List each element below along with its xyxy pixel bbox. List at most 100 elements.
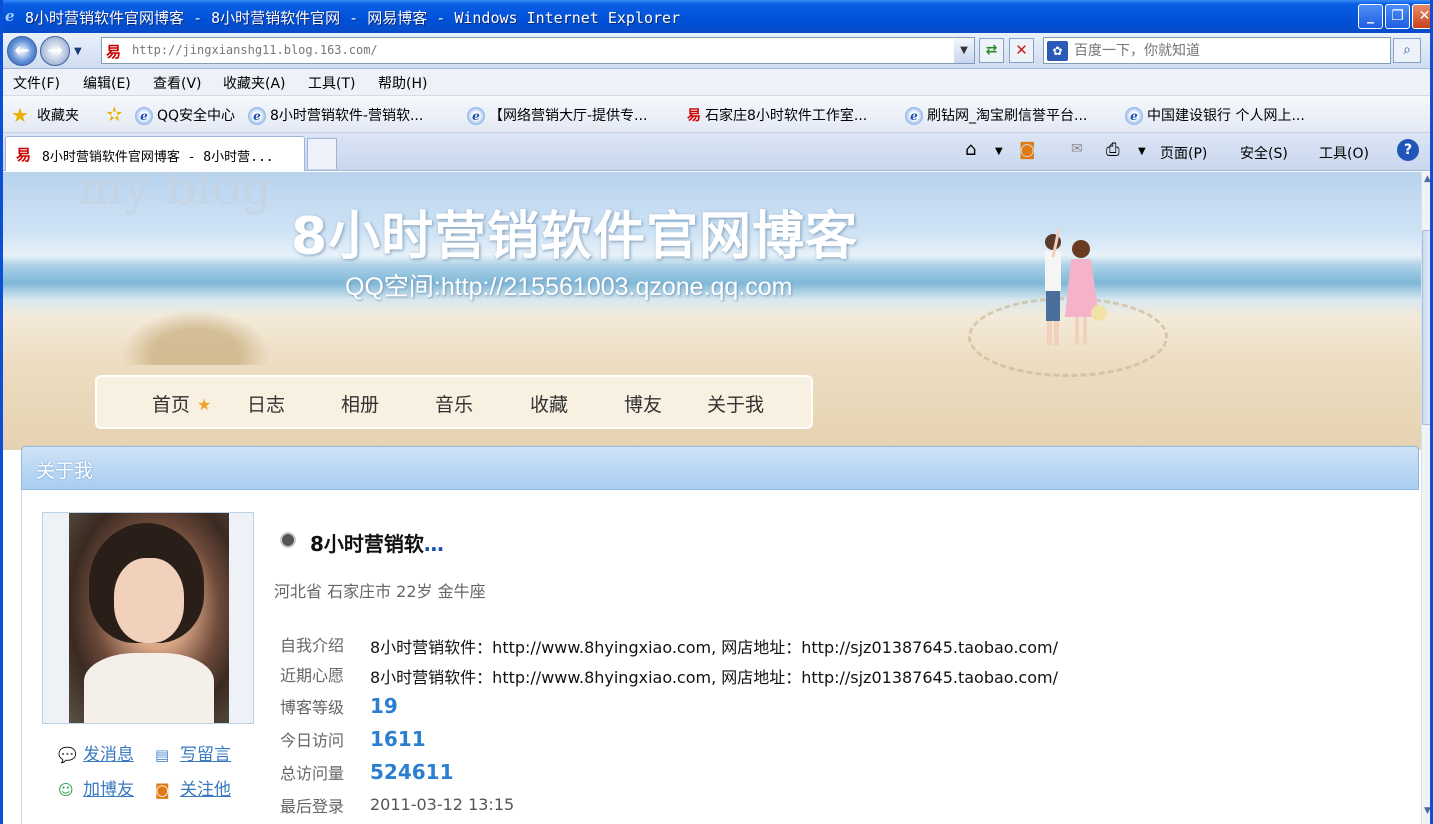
banner-watermark: my blog <box>78 172 272 216</box>
about-panel: 💬 发消息 ▤ 写留言 ☺ 加博友 ◙ 关注他 8小时营销软… 河北省 石家庄市 22岁… <box>21 490 1419 824</box>
close-button[interactable]: ✕ <box>1412 4 1430 29</box>
ie-page-icon: e <box>905 107 923 125</box>
nav-home[interactable]: 首页 <box>152 390 190 417</box>
scroll-thumb[interactable] <box>1422 230 1430 425</box>
new-tab-button[interactable] <box>307 138 337 169</box>
add-user-icon: ☺ <box>58 781 74 799</box>
print-icon[interactable]: ⎙ <box>1106 140 1120 160</box>
field-value-today-visits: 1611 <box>370 727 426 751</box>
follow-icon: ◙ <box>155 781 170 799</box>
minimize-button[interactable]: _ <box>1358 4 1383 29</box>
home-dropdown-icon[interactable]: ▼ <box>995 146 1003 157</box>
ie-page-icon: e <box>1125 107 1143 125</box>
favorites-button[interactable]: 收藏夹 <box>37 105 79 125</box>
field-value-last-login: 2011-03-12 13:15 <box>370 795 515 814</box>
back-button[interactable]: ← <box>7 36 37 66</box>
rss-feed-icon[interactable]: ◙ <box>1019 140 1036 160</box>
page-menu[interactable]: 页面(P) <box>1160 143 1207 163</box>
message-bubble-icon: 💬 <box>58 746 77 764</box>
tab-label: 8小时营销软件官网博客 - 8小时营... <box>42 150 274 165</box>
field-label-wish: 近期心愿 <box>280 666 345 685</box>
star-icon: ★ <box>197 395 212 414</box>
about-header: 关于我 <box>21 446 1419 490</box>
mail-icon[interactable]: ✉ <box>1071 141 1083 157</box>
field-label-intro: 自我介绍 <box>280 636 345 655</box>
profile-name[interactable]: 8小时营销软… <box>310 528 444 557</box>
field-value-total-visits: 524611 <box>370 760 454 784</box>
search-button[interactable]: ⌕ <box>1393 38 1421 63</box>
leave-comment-link[interactable]: ▤ 写留言 <box>155 740 231 765</box>
scroll-up-icon[interactable]: ▲ <box>1422 174 1430 190</box>
favorite-link[interactable]: e QQ安全中心 <box>135 105 235 125</box>
menu-bar: 文件(F) 编辑(E) 查看(V) 收藏夹(A) 工具(T) 帮助(H) <box>3 69 1430 96</box>
url-text[interactable]: http://jingxianshg11.blog.163.com/ <box>132 43 378 57</box>
tab-active[interactable]: 易 8小时营销软件官网博客 - 8小时营... <box>5 136 305 171</box>
vertical-scrollbar[interactable]: ▲ ▼ <box>1421 172 1430 824</box>
ie-page-icon: e <box>467 107 485 125</box>
about-title: 关于我 <box>36 460 94 482</box>
favorite-link[interactable]: e 刷钻网_淘宝刷信誉平台... <box>905 105 1087 125</box>
favorite-link[interactable]: 易石家庄8小时软件工作室... <box>687 105 867 125</box>
blog-banner: my blog 8小时营销软件官网博客 QQ空间:http://21556100… <box>3 172 1421 450</box>
scroll-down-icon[interactable]: ▼ <box>1422 806 1430 822</box>
blog-title: 8小时营销软件官网博客 <box>291 207 859 267</box>
add-favorite-icon[interactable]: ✫ <box>106 102 123 126</box>
follow-link[interactable]: ◙ 关注他 <box>155 775 231 800</box>
menu-help[interactable]: 帮助(H) <box>378 73 427 93</box>
favorites-star-icon[interactable]: ★ <box>11 103 29 127</box>
nav-friends[interactable]: 博友 <box>624 390 662 417</box>
recent-pages-dropdown-icon[interactable]: ▼ <box>74 46 82 57</box>
tab-row: 易 8小时营销软件官网博客 - 8小时营... ⌂ ▼ ◙ ✉ ⎙ ▼ 页面(P… <box>3 133 1430 171</box>
stop-button[interactable]: ✕ <box>1009 38 1034 63</box>
field-label-last-login: 最后登录 <box>280 797 345 816</box>
send-message-link[interactable]: 💬 发消息 <box>58 740 134 765</box>
field-label-today-visits: 今日访问 <box>280 731 345 750</box>
menu-tools[interactable]: 工具(T) <box>308 73 355 93</box>
field-label-level: 博客等级 <box>280 698 345 717</box>
menu-view[interactable]: 查看(V) <box>153 73 202 93</box>
site-favicon-icon: 易 <box>16 146 32 164</box>
nav-collection[interactable]: 收藏 <box>530 390 568 417</box>
search-box[interactable]: ✿ <box>1043 37 1391 64</box>
favorites-bar: ★ 收藏夹 ✫ e QQ安全中心 e 8小时营销软件-营销软... e 【网络营销大厅… <box>3 96 1430 133</box>
address-bar: ← → ▼ 易 http://jingxianshg11.blog.163.co… <box>3 33 1430 69</box>
home-icon[interactable]: ⌂ <box>965 139 976 160</box>
field-value-intro: 8小时营销软件：http://www.8hyingxiao.com, 网店地址：… <box>370 638 1058 657</box>
profile-location: 河北省 石家庄市 22岁 金牛座 <box>274 582 486 601</box>
nav-diary[interactable]: 日志 <box>247 390 285 417</box>
avatar-frame <box>42 512 254 724</box>
refresh-button[interactable]: ⇄ <box>979 38 1004 63</box>
nav-about-me[interactable]: 关于我 <box>707 390 764 417</box>
url-field[interactable]: 易 http://jingxianshg11.blog.163.com/ ▼ <box>101 37 975 64</box>
avatar[interactable] <box>69 513 229 723</box>
favorite-link[interactable]: e 8小时营销软件-营销软... <box>248 105 423 125</box>
ie-page-icon: e <box>135 107 153 125</box>
help-icon[interactable]: ? <box>1397 139 1419 161</box>
tools-menu[interactable]: 工具(O) <box>1319 143 1369 163</box>
forward-button[interactable]: → <box>40 36 70 66</box>
favorite-link[interactable]: e 【网络营销大厅-提供专... <box>467 105 647 125</box>
ie-page-icon: e <box>248 107 266 125</box>
field-value-level: 19 <box>370 694 398 718</box>
maximize-button[interactable]: ❐ <box>1385 4 1410 29</box>
menu-favorites[interactable]: 收藏夹(A) <box>223 73 286 93</box>
blog-nav: 首页 ★ 日志 相册 音乐 收藏 博友 关于我 <box>95 375 813 429</box>
print-dropdown-icon[interactable]: ▼ <box>1138 146 1146 157</box>
field-label-total-visits: 总访问量 <box>280 764 345 783</box>
menu-file[interactable]: 文件(F) <box>13 73 60 93</box>
site-favicon-icon: 易 <box>106 43 122 61</box>
couple-illustration <box>1045 228 1107 346</box>
url-dropdown-icon[interactable]: ▼ <box>954 38 974 63</box>
ie-window: e 8小时营销软件官网博客 - 8小时营销软件官网 - 网易博客 - Windo… <box>0 0 1433 824</box>
baidu-paw-icon: ✿ <box>1047 41 1068 61</box>
nav-music[interactable]: 音乐 <box>435 390 473 417</box>
nav-album[interactable]: 相册 <box>341 390 379 417</box>
favorite-link[interactable]: e 中国建设银行 个人网上... <box>1125 105 1305 125</box>
notepad-icon: ▤ <box>155 746 170 764</box>
ie-logo-icon: e <box>5 7 15 25</box>
add-friend-link[interactable]: ☺ 加博友 <box>58 775 134 800</box>
menu-edit[interactable]: 编辑(E) <box>83 73 131 93</box>
safety-menu[interactable]: 安全(S) <box>1240 143 1288 163</box>
blog-subtitle: QQ空间:http://215561003.qzone.qq.com <box>345 273 793 301</box>
search-input[interactable] <box>1074 41 1374 60</box>
